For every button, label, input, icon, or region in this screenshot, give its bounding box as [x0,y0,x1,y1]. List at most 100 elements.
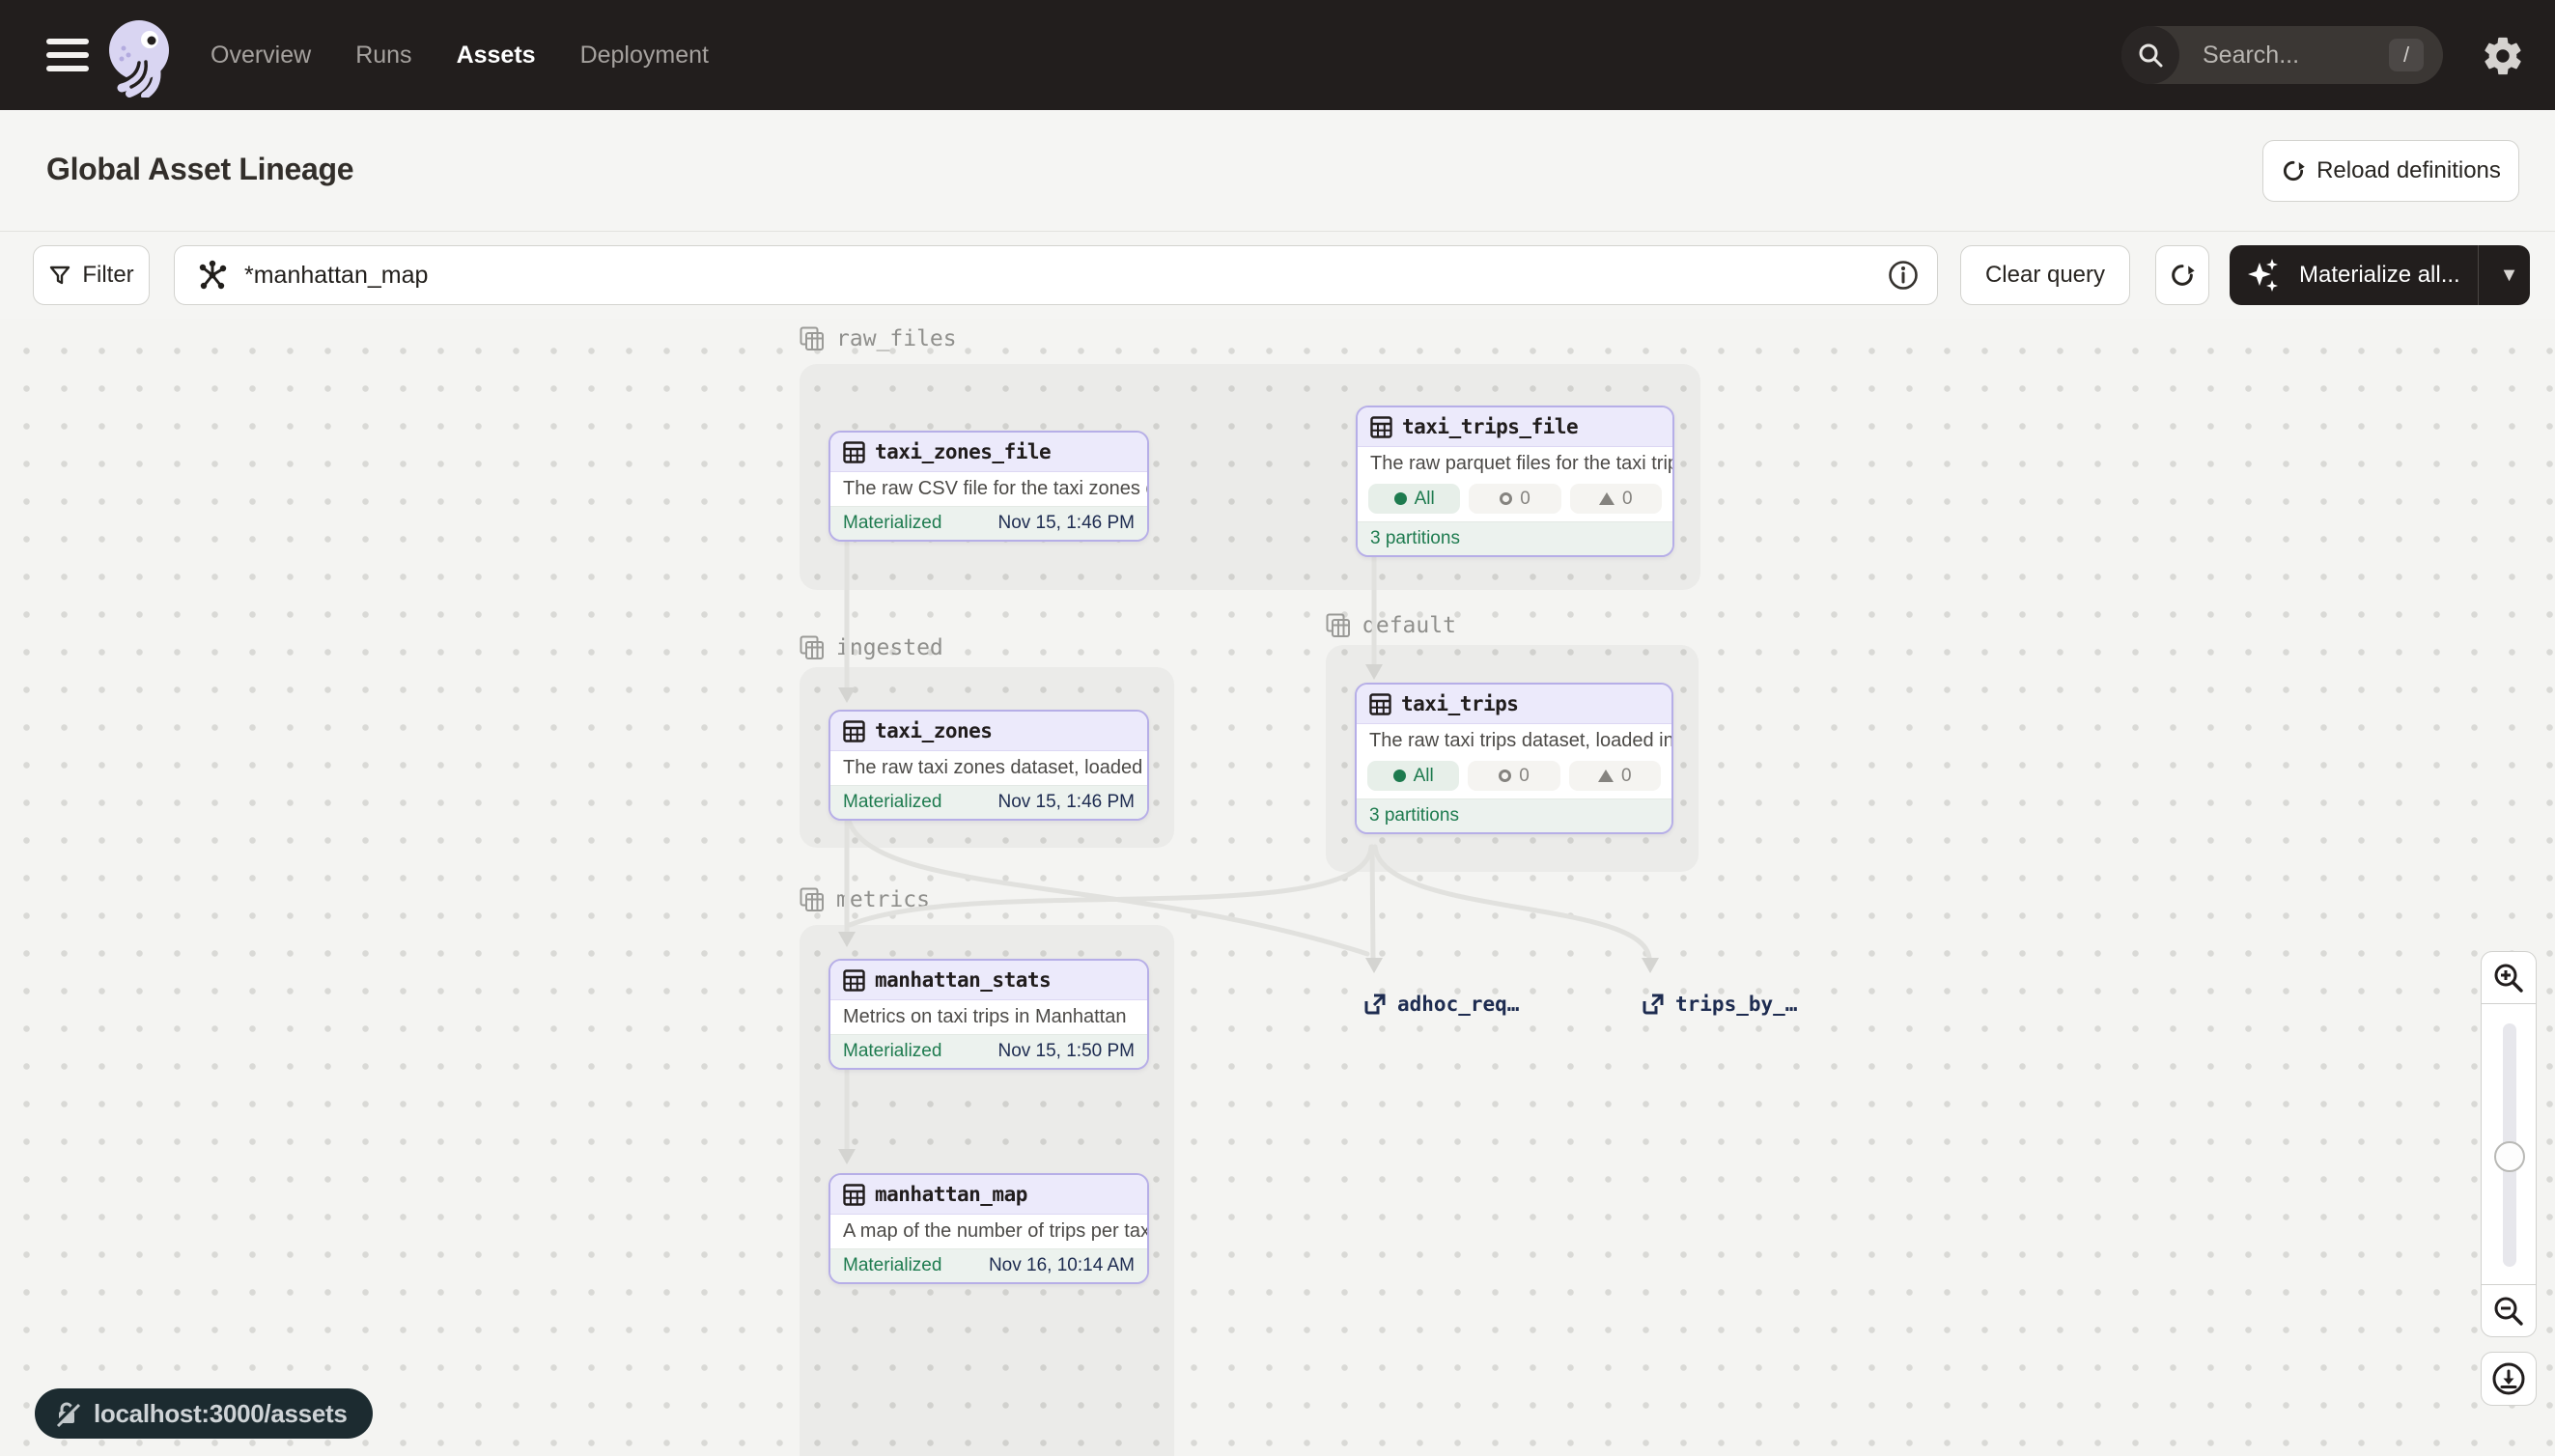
table-icon [1369,693,1391,715]
group-label-default[interactable]: default [1326,613,1456,638]
asset-node-header: taxi_trips [1357,685,1671,724]
asset-query-input[interactable]: *manhattan_map [174,245,1938,305]
asset-query-value: *manhattan_map [244,262,1887,290]
search-icon [2121,26,2179,84]
external-link-icon [1642,993,1665,1016]
status-badge: Materialized [843,1041,941,1062]
asset-status-footer: Materialized Nov 16, 10:14 AM [830,1248,1147,1282]
partitions-failed-pill[interactable]: 0 [1569,761,1661,791]
hamburger-menu-icon[interactable] [46,39,89,71]
partition-health-pills: All 0 0 [1358,481,1672,521]
table-icon [843,441,865,463]
group-label-ingested[interactable]: ingested [800,635,943,660]
materialization-timestamp[interactable]: Nov 15, 1:46 PM [997,792,1135,813]
status-badge: Materialized [843,1255,941,1276]
page-header: Global Asset Lineage Reload definitions [0,110,2555,232]
materialization-timestamp[interactable]: Nov 15, 1:50 PM [997,1041,1135,1062]
zoom-out-icon [2492,1295,2525,1328]
refresh-icon [2169,262,2196,289]
asset-group-icon [800,887,825,912]
materialize-dropdown-caret[interactable]: ▼ [2488,245,2530,305]
asset-node-taxi-zones[interactable]: taxi_zones The raw taxi zones dataset, l… [828,710,1149,821]
filled-dot-icon [1393,770,1406,782]
asset-title: taxi_trips_file [1402,415,1578,438]
asset-status-footer: Materialized Nov 15, 1:46 PM [830,506,1147,540]
zoom-in-button[interactable] [2481,951,2537,1004]
table-icon [843,720,865,742]
download-graph-button[interactable] [2481,1352,2537,1406]
partitions-count-footer: 3 partitions [1357,798,1671,832]
asset-status-footer: Materialized Nov 15, 1:50 PM [830,1034,1147,1068]
group-label-metrics[interactable]: metrics [800,887,930,912]
zoom-in-icon [2492,962,2525,994]
asset-description: The raw taxi zones dataset, loaded int..… [830,751,1147,785]
zoom-slider-thumb[interactable] [2494,1141,2525,1172]
triangle-icon [1598,770,1614,782]
asset-status-footer: Materialized Nov 15, 1:46 PM [830,785,1147,819]
partitions-materialized-pill[interactable]: All [1368,484,1460,514]
pill-label: All [1415,489,1435,510]
search-shortcut-badge: / [2389,39,2424,71]
asset-title: manhattan_map [875,1183,1027,1206]
clear-query-button[interactable]: Clear query [1960,245,2130,305]
asset-node-taxi-trips-file[interactable]: taxi_trips_file The raw parquet files fo… [1356,406,1674,557]
asset-group-icon [1326,613,1351,638]
dagster-app: Overview Runs Assets Deployment Search..… [0,0,2555,1456]
partitions-missing-pill[interactable]: 0 [1468,761,1559,791]
group-name: default [1362,613,1456,638]
partitions-failed-pill[interactable]: 0 [1570,484,1662,514]
query-info-icon[interactable] [1887,259,1920,292]
funnel-icon [48,264,71,287]
settings-gear-icon[interactable] [2478,31,2528,81]
table-icon [843,1184,865,1206]
filter-button[interactable]: Filter [33,245,150,305]
asset-node-taxi-zones-file[interactable]: taxi_zones_file The raw CSV file for the… [828,431,1149,542]
pill-label: 0 [1622,489,1633,510]
browser-url-text: localhost:3000/assets [94,1399,348,1429]
lineage-toolbar: Filter *manhattan_map Clear query [0,232,2555,319]
search-placeholder: Search... [2203,42,2389,70]
materialize-all-label: Materialize all... [2299,262,2460,289]
table-icon [1370,416,1392,438]
nav-link-deployment[interactable]: Deployment [580,42,709,70]
asset-title: manhattan_stats [875,968,1051,992]
graph-query-icon [196,259,229,292]
partitions-count-footer: 3 partitions [1358,521,1672,555]
zoom-slider-track[interactable] [2503,1023,2516,1267]
materialization-timestamp[interactable]: Nov 16, 10:14 AM [989,1255,1135,1276]
status-badge: Materialized [843,513,941,534]
ring-icon [1499,770,1511,782]
asset-node-manhattan-map[interactable]: manhattan_map A map of the number of tri… [828,1173,1149,1284]
asset-group-icon [800,635,825,660]
group-name: metrics [836,887,930,912]
nav-link-runs[interactable]: Runs [355,42,411,70]
reload-definitions-button[interactable]: Reload definitions [2262,140,2519,202]
asset-description: The raw parquet files for the taxi trips… [1358,447,1672,481]
asset-node-header: manhattan_stats [830,961,1147,1000]
partitions-missing-pill[interactable]: 0 [1469,484,1560,514]
asset-description: The raw taxi trips dataset, loaded into … [1357,724,1671,758]
nav-link-overview[interactable]: Overview [211,42,311,70]
lineage-graph-canvas[interactable]: raw_files ingested default metrics [0,319,2555,1456]
external-asset-trips-by[interactable]: trips_by_… [1642,993,1797,1016]
partitions-materialized-pill[interactable]: All [1367,761,1459,791]
global-search-input[interactable]: Search... / [2121,26,2443,84]
zoom-out-button[interactable] [2481,1284,2537,1337]
asset-node-taxi-trips[interactable]: taxi_trips The raw taxi trips dataset, l… [1355,683,1673,834]
group-label-raw-files[interactable]: raw_files [800,326,957,351]
triangle-icon [1599,492,1614,505]
top-nav-bar: Overview Runs Assets Deployment Search..… [0,0,2555,110]
ring-icon [1500,492,1512,505]
filter-label: Filter [82,262,133,289]
reload-definitions-label: Reload definitions [2316,157,2501,184]
nav-link-assets[interactable]: Assets [457,42,536,70]
asset-node-manhattan-stats[interactable]: manhattan_stats Metrics on taxi trips in… [828,959,1149,1070]
table-icon [843,969,865,992]
dagster-logo-icon[interactable] [102,16,180,98]
external-asset-adhoc-request[interactable]: adhoc_req… [1363,993,1519,1016]
materialize-all-button[interactable]: Materialize all... ▼ [2230,245,2530,305]
materialization-timestamp[interactable]: Nov 15, 1:46 PM [997,513,1135,534]
pill-label: 0 [1520,489,1530,510]
refresh-graph-button[interactable] [2155,245,2209,305]
pill-label: All [1414,766,1434,787]
